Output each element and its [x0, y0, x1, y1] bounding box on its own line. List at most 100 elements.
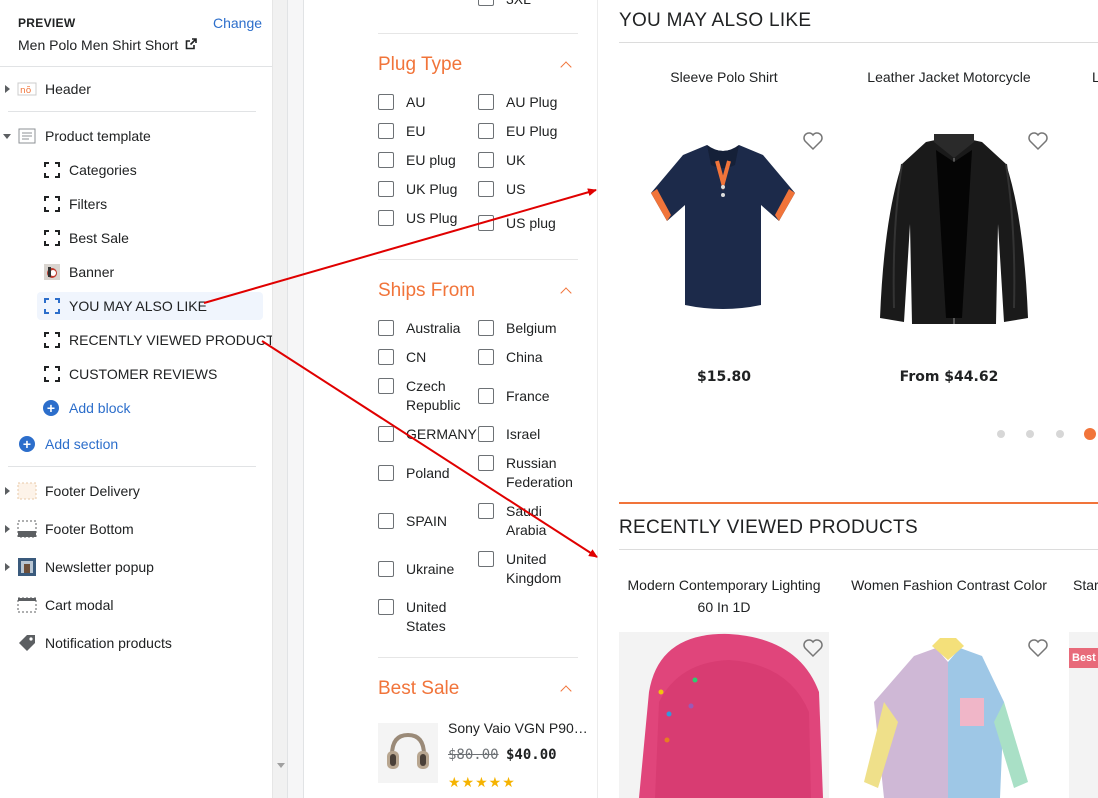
add-section-link[interactable]: Add section: [45, 436, 118, 452]
carousel-dot[interactable]: [1056, 430, 1064, 438]
filter-option-label: France: [506, 388, 550, 404]
filter-checkbox[interactable]: [378, 181, 394, 197]
section-divider: [619, 42, 1098, 43]
filter-checkbox[interactable]: [478, 181, 494, 197]
filter-checkbox[interactable]: [478, 0, 494, 6]
filter-checkbox[interactable]: [378, 94, 394, 110]
filter-option-label: UK Plug: [406, 181, 458, 197]
filter-checkbox[interactable]: [478, 426, 494, 442]
block-dashed-icon: [44, 196, 60, 212]
best-sale-title[interactable]: Best Sale: [378, 678, 459, 700]
banner-thumbnail-icon: [44, 264, 60, 280]
best-sale-product-image[interactable]: [378, 723, 438, 783]
header-icon: nõ: [17, 82, 37, 96]
filter-option-label: US plug: [506, 215, 556, 231]
filter-checkbox[interactable]: [478, 503, 494, 519]
add-block-icon[interactable]: +: [43, 400, 59, 416]
filter-checkbox[interactable]: [378, 349, 394, 365]
filter-option-label: United Kingdom: [506, 551, 562, 586]
filter-option-label: United States: [406, 599, 447, 634]
wishlist-heart-icon[interactable]: [802, 638, 824, 658]
cart-modal-icon: [17, 597, 37, 613]
product-title[interactable]: Sleeve Polo Shirt: [619, 66, 829, 88]
sidebar-scrollbar[interactable]: [272, 0, 287, 798]
filter-checkbox[interactable]: [478, 152, 494, 168]
carousel-dot[interactable]: [997, 430, 1005, 438]
filter-checkbox[interactable]: [478, 388, 494, 404]
best-sale-product-name[interactable]: Sony Vaio VGN P90…: [448, 720, 588, 736]
wishlist-heart-icon[interactable]: [802, 131, 824, 151]
carousel-dot-active[interactable]: [1084, 428, 1096, 440]
block-filters[interactable]: Filters: [37, 190, 263, 218]
preview-product-name[interactable]: Men Polo Men Shirt Short: [18, 37, 178, 53]
block-you-may-also-like[interactable]: YOU MAY ALSO LIKE: [37, 292, 263, 320]
filter-checkbox[interactable]: [378, 426, 394, 442]
product-image-shirt[interactable]: [844, 632, 1054, 798]
filter-checkbox[interactable]: [478, 123, 494, 139]
filter-checkbox[interactable]: [378, 320, 394, 336]
filter-checkbox[interactable]: [478, 349, 494, 365]
caret-right-icon[interactable]: [5, 525, 10, 533]
chevron-up-icon[interactable]: [560, 61, 572, 73]
leather-jacket-image[interactable]: [874, 128, 1034, 328]
filter-checkbox[interactable]: [478, 94, 494, 110]
tag-icon: [19, 635, 35, 651]
filter-title-plug-type[interactable]: Plug Type: [378, 54, 462, 76]
caret-right-icon[interactable]: [5, 487, 10, 495]
filter-checkbox[interactable]: [478, 551, 494, 567]
product-title[interactable]: Leather Jacket Motorcycle: [844, 66, 1054, 88]
section-product-template[interactable]: Product template: [0, 123, 273, 149]
filter-checkbox[interactable]: [378, 210, 394, 226]
filter-option-label: SPAIN: [406, 513, 447, 529]
filter-checkbox[interactable]: [378, 465, 394, 481]
section-label: Footer Bottom: [45, 521, 134, 537]
best-badge: Best: [1069, 648, 1098, 668]
section-header[interactable]: nõ Header: [0, 76, 273, 102]
filter-checkbox[interactable]: [378, 123, 394, 139]
filter-option-label: Poland: [406, 465, 450, 481]
section-notification-products[interactable]: Notification products: [0, 630, 273, 656]
caret-down-icon[interactable]: [3, 134, 11, 139]
filter-checkbox[interactable]: [378, 152, 394, 168]
add-block-link[interactable]: Add block: [69, 400, 130, 416]
filter-option-label: AU Plug: [506, 94, 558, 110]
scroll-down-arrow-icon[interactable]: [277, 763, 285, 768]
wishlist-heart-icon[interactable]: [1027, 638, 1049, 658]
filter-checkbox[interactable]: [378, 513, 394, 529]
filter-checkbox[interactable]: [478, 215, 494, 231]
template-icon: [18, 128, 36, 144]
filter-checkbox[interactable]: [478, 320, 494, 336]
add-section-icon[interactable]: +: [19, 436, 35, 452]
product-image-chair[interactable]: [619, 632, 829, 798]
polo-shirt-image[interactable]: [643, 135, 803, 335]
chevron-up-icon[interactable]: [560, 685, 572, 697]
change-product-link[interactable]: Change: [213, 15, 262, 31]
section-newsletter-popup[interactable]: Newsletter popup: [0, 554, 273, 580]
section-footer-bottom[interactable]: Footer Bottom: [0, 516, 273, 542]
block-banner[interactable]: Banner: [37, 258, 263, 286]
filter-title-ships-from[interactable]: Ships From: [378, 280, 475, 302]
chevron-up-icon[interactable]: [560, 287, 572, 299]
filter-checkbox[interactable]: [378, 599, 394, 615]
product-title[interactable]: Modern Contemporary Lighting 60 In 1D: [619, 574, 829, 618]
filter-divider: [378, 657, 578, 658]
product-title-partial[interactable]: Star: [1073, 574, 1098, 596]
recently-viewed-heading: RECENTLY VIEWED PRODUCTS: [619, 517, 918, 538]
filter-checkbox[interactable]: [478, 455, 494, 471]
block-categories[interactable]: Categories: [37, 156, 263, 184]
caret-right-icon[interactable]: [5, 85, 10, 93]
section-footer-delivery[interactable]: Footer Delivery: [0, 478, 273, 504]
filter-option-label: UK: [506, 152, 526, 168]
block-label: Best Sale: [69, 230, 129, 246]
block-best-sale[interactable]: Best Sale: [37, 224, 263, 252]
filter-checkbox[interactable]: [378, 561, 394, 577]
product-title[interactable]: Women Fashion Contrast Color: [844, 574, 1054, 596]
section-cart-modal[interactable]: Cart modal: [0, 592, 273, 618]
product-title-partial[interactable]: L: [1092, 66, 1098, 88]
carousel-dot[interactable]: [1026, 430, 1034, 438]
filter-checkbox[interactable]: [378, 378, 394, 394]
block-customer-reviews[interactable]: CUSTOMER REVIEWS: [37, 360, 263, 388]
external-link-icon[interactable]: [185, 38, 197, 50]
block-recently-viewed[interactable]: RECENTLY VIEWED PRODUCTS: [37, 326, 284, 354]
caret-right-icon[interactable]: [5, 563, 10, 571]
